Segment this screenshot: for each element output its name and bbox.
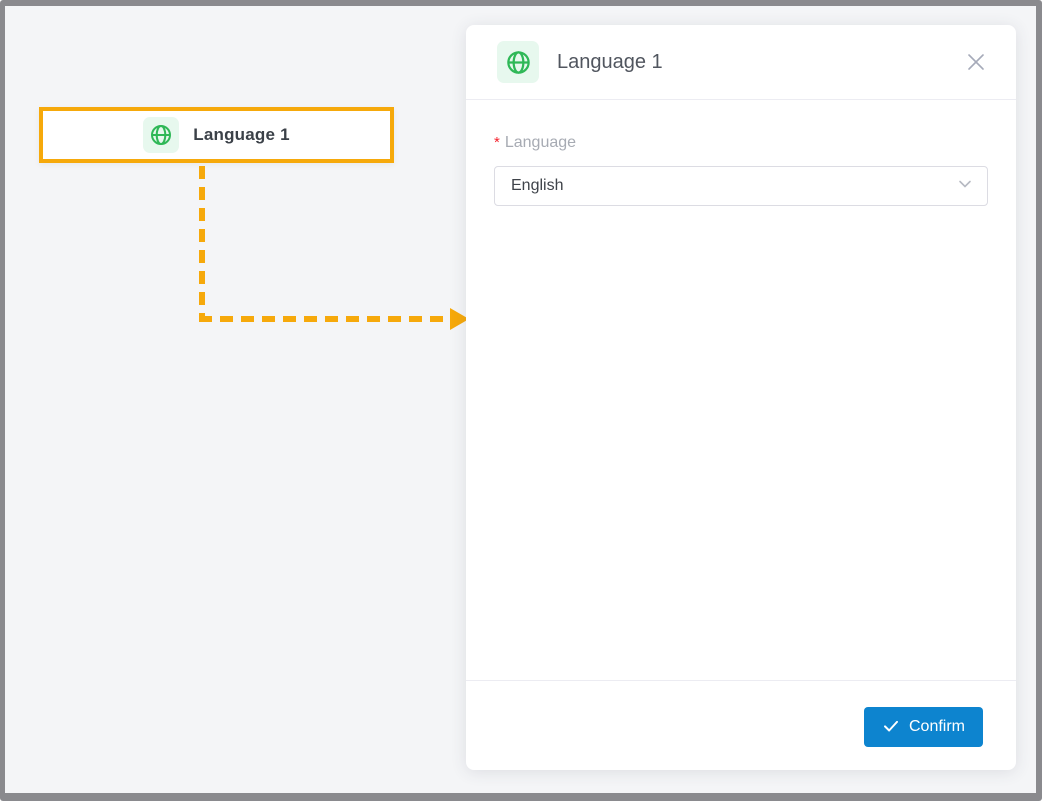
- panel-body: * Language English: [466, 100, 1016, 206]
- node-config-panel: Language 1 * Language English: [466, 25, 1016, 770]
- confirm-button[interactable]: Confirm: [864, 707, 983, 747]
- connector-edge-horizontal: [199, 316, 451, 322]
- language-select-value: English: [511, 177, 957, 195]
- confirm-button-label: Confirm: [909, 718, 965, 736]
- panel-title: Language 1: [557, 51, 962, 74]
- language-label-text: Language: [505, 134, 576, 151]
- language-select[interactable]: English: [494, 166, 988, 206]
- flow-node-language[interactable]: Language 1: [39, 107, 394, 163]
- connector-edge-vertical: [199, 166, 205, 316]
- node-label: Language 1: [193, 125, 289, 145]
- close-icon[interactable]: [962, 48, 990, 76]
- panel-footer: Confirm: [466, 680, 1016, 770]
- chevron-down-icon: [957, 176, 973, 197]
- language-field-label: * Language: [494, 134, 988, 152]
- panel-header: Language 1: [466, 25, 1016, 100]
- required-marker: *: [494, 134, 500, 151]
- globe-icon: [497, 41, 539, 83]
- check-icon: [882, 717, 900, 738]
- window-frame: Language 1 Language 1: [0, 0, 1042, 801]
- globe-icon: [143, 117, 179, 153]
- flow-canvas: Language 1 Language 1: [5, 6, 1036, 793]
